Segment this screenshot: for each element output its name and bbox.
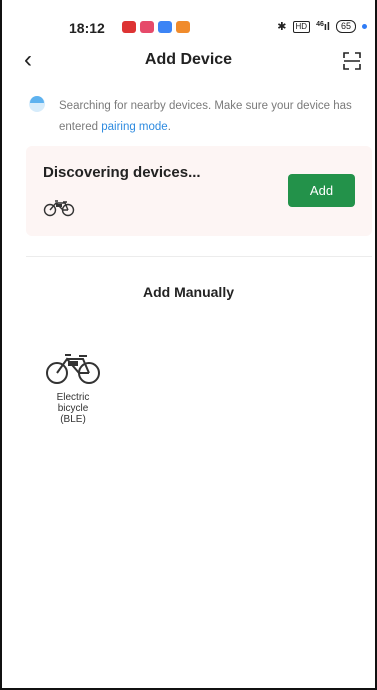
discovering-title: Discovering devices... [43, 164, 201, 181]
signal-icon: 46ıl [316, 20, 330, 33]
page-title: Add Device [144, 51, 233, 68]
hint-suffix: . [167, 121, 171, 133]
electric-bicycle-icon [46, 354, 100, 384]
bluetooth-icon: ✱ [277, 21, 287, 33]
divider [26, 256, 372, 257]
app-notification-icon [122, 21, 136, 33]
add-manually-title: Add Manually [142, 284, 234, 300]
status-bar: 18:12 ✱ HD 46ıl 65 [0, 0, 377, 36]
hd-icon: HD [292, 20, 311, 33]
discovering-card: Discovering devices... Add [26, 146, 372, 236]
scan-icon[interactable] [342, 51, 362, 71]
network-type: 46 [316, 20, 324, 28]
add-button[interactable]: Add [288, 174, 355, 207]
notification-icons [122, 21, 190, 33]
device-electric-bicycle-ble[interactable]: Electric bicycle (BLE) [28, 352, 118, 425]
pairing-mode-link[interactable]: pairing mode [101, 121, 167, 133]
indicator-dot-icon [362, 24, 367, 29]
search-hint: Searching for nearby devices. Make sure … [59, 96, 369, 138]
system-icons: ✱ HD 46ıl 65 [277, 20, 367, 33]
device-label: Electric bicycle (BLE) [56, 392, 90, 425]
bicycle-icon [43, 200, 75, 217]
fox-notification-icon [176, 21, 190, 33]
battery-icon: 65 [335, 20, 356, 33]
status-time: 18:12 [69, 20, 105, 36]
video-notification-icon [140, 21, 154, 33]
searching-icon [29, 96, 45, 112]
map-notification-icon [158, 21, 172, 33]
